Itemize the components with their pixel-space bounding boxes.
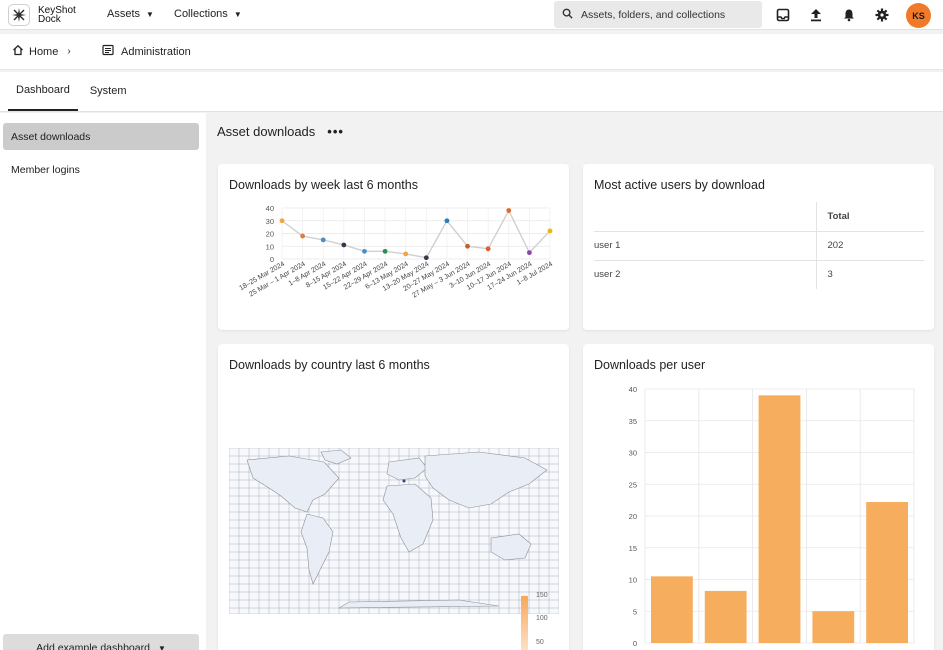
data-point [403, 251, 409, 257]
country-downloads-card: Downloads by country last 6 months 150 1… [218, 344, 569, 650]
data-point [485, 246, 491, 252]
country-downloads-title: Downloads by country last 6 months [229, 358, 430, 372]
world-map[interactable] [229, 448, 559, 614]
page-title-row: Asset downloads ••• [217, 124, 344, 139]
table-row: user 2 3 [594, 260, 924, 289]
bar [866, 502, 908, 643]
chevron-right-icon: › [67, 46, 71, 57]
collections-menu[interactable]: Collections ▼ [174, 8, 242, 20]
map-legend-tick: 150 [536, 592, 548, 599]
sidebar: Asset downloads Member logins Add exampl… [0, 113, 206, 650]
breadcrumb-administration[interactable]: Administration [102, 44, 191, 59]
top-bar: KeyShot Dock Assets ▼ Collections ▼ KS [0, 0, 943, 30]
inbox-icon[interactable] [774, 6, 792, 24]
data-point [362, 248, 367, 254]
bar [758, 395, 801, 643]
table-row: user 1 202 [594, 231, 924, 261]
avatar[interactable]: KS [906, 3, 931, 28]
admin-panel-icon [102, 44, 114, 59]
sidebar-item-asset-downloads[interactable]: Asset downloads [3, 123, 199, 150]
data-point [547, 228, 553, 234]
data-point [444, 218, 450, 224]
y-tick-label: 30 [629, 449, 637, 458]
per-user-chart: 0 5 10 15 20 25 30 35 40 [629, 385, 915, 648]
search-icon [562, 8, 573, 22]
data-point [506, 208, 512, 213]
logo-line-2: Dock [38, 13, 61, 25]
table-cell-user: user 2 [594, 260, 817, 289]
tab-dashboard[interactable]: Dashboard [8, 71, 78, 111]
series-line [281, 209, 551, 259]
breadcrumb-home[interactable]: Home › [12, 44, 71, 59]
tab-system[interactable]: System [82, 71, 135, 111]
data-point [279, 218, 285, 224]
gear-icon[interactable] [873, 6, 891, 24]
y-tick-label: 15 [629, 544, 637, 553]
bar [812, 611, 855, 643]
weekly-downloads-chart: 01020304018–25 Mar 202425 Mar – 1 Apr 20… [238, 204, 554, 299]
per-user-title: Downloads per user [594, 358, 706, 372]
y-tick-label: 40 [266, 204, 274, 213]
table-cell-total: 3 [827, 269, 833, 281]
weekly-downloads-card: Downloads by week last 6 months 0 10 20 30 4… [218, 164, 569, 330]
data-point [341, 242, 347, 248]
assets-menu-label: Assets [107, 8, 141, 20]
y-tick-label: 35 [629, 417, 637, 426]
table-cell-user: user 1 [594, 231, 817, 261]
active-users-table: Total user 1 202 user 2 3 [594, 202, 924, 289]
y-tick-label: 20 [266, 230, 274, 239]
table-header-user [594, 202, 817, 232]
bar [651, 576, 693, 643]
per-user-card: Downloads per user 0 5 10 15 20 25 30 35 40 [583, 344, 934, 650]
y-tick-label: 40 [629, 385, 637, 394]
caret-down-icon: ▼ [146, 9, 154, 19]
y-tick-label: 10 [266, 242, 274, 251]
more-options-icon[interactable]: ••• [327, 124, 344, 139]
search-input[interactable] [581, 8, 751, 21]
data-point [382, 248, 388, 254]
collections-menu-label: Collections [174, 8, 228, 20]
data-point [300, 233, 306, 239]
breadcrumb-home-label: Home [29, 45, 59, 58]
y-tick-label: 5 [633, 607, 637, 616]
map-legend-tick: 100 [536, 615, 548, 622]
y-tick-label: 30 [266, 217, 274, 226]
keyshot-logo-icon [8, 3, 30, 26]
map-data-point [402, 479, 406, 483]
sidebar-item-member-logins[interactable]: Member logins [3, 156, 199, 183]
caret-down-icon: ▼ [233, 9, 242, 19]
bell-icon[interactable] [840, 6, 858, 24]
page-title: Asset downloads [217, 124, 316, 139]
y-tick-label: 20 [629, 512, 637, 521]
data-point [423, 255, 429, 261]
data-point [465, 243, 470, 249]
caret-down-icon: ▼ [157, 643, 166, 650]
upload-icon[interactable] [807, 6, 825, 24]
table-header-row: Total [594, 202, 924, 232]
assets-menu[interactable]: Assets ▼ [107, 8, 154, 20]
y-tick-label: 0 [270, 255, 274, 264]
table-header-total: Total [816, 202, 924, 232]
add-example-dashboard-button[interactable]: Add example dashboard ▼ [3, 634, 199, 650]
y-tick-label: 25 [629, 480, 637, 489]
tab-bar: Dashboard System [0, 72, 943, 112]
breadcrumb-current-label: Administration [121, 45, 191, 58]
breadcrumb: Home › Administration [0, 34, 943, 70]
search-box[interactable] [554, 1, 762, 28]
home-icon [12, 44, 24, 59]
table-cell-total: 202 [816, 231, 924, 261]
data-point [320, 237, 326, 243]
data-point [526, 250, 532, 256]
map-color-scale [521, 596, 528, 650]
bar [704, 590, 747, 643]
add-dashboard-label: Add example dashboard [36, 642, 150, 650]
y-tick-label: 10 [629, 576, 637, 585]
logo[interactable]: KeyShot Dock [8, 3, 76, 26]
y-tick-label: 0 [633, 639, 637, 648]
active-users-title: Most active users by download [594, 178, 765, 192]
active-users-card: Most active users by download Total user… [583, 164, 934, 330]
map-legend-tick: 50 [536, 639, 544, 646]
